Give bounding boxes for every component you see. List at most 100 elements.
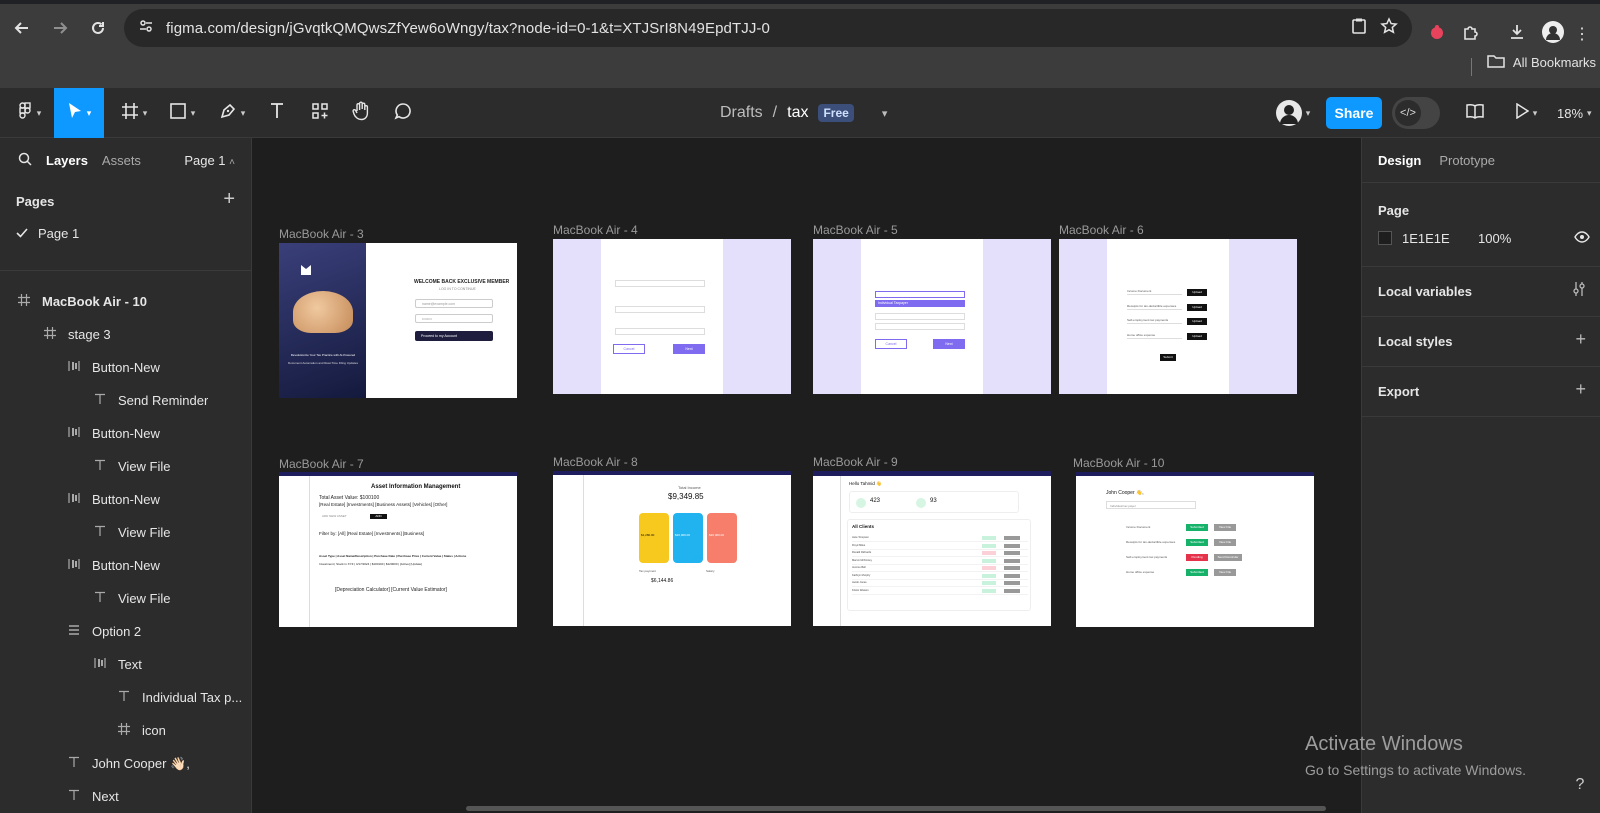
- layer-row[interactable]: View File: [0, 450, 251, 483]
- client-action-button[interactable]: [1004, 558, 1020, 563]
- frame-title[interactable]: MacBook Air - 9: [813, 455, 898, 469]
- frame-title[interactable]: MacBook Air - 5: [813, 223, 898, 237]
- file-menu-chevron-icon[interactable]: ▾: [882, 107, 888, 120]
- background-color-hex[interactable]: 1E1E1E: [1402, 231, 1450, 246]
- user-type-select[interactable]: [875, 291, 965, 298]
- frame-macbook-air-6[interactable]: Submit Income Document Upload Receipts for…: [1059, 239, 1297, 394]
- send-reminder-button[interactable]: Send Reminder: [1214, 554, 1242, 561]
- all-bookmarks-button[interactable]: All Bookmarks: [1487, 54, 1596, 71]
- file-name[interactable]: tax: [787, 104, 808, 122]
- clipboard-icon[interactable]: [1350, 17, 1368, 39]
- frame-macbook-air-5[interactable]: Individual Taxpayer Cancel Next: [813, 239, 1051, 394]
- url-text[interactable]: figma.com/design/jGvqtkQMQwsZfYew6oWngy/…: [166, 20, 770, 37]
- main-menu-button[interactable]: ▾: [8, 88, 52, 138]
- client-action-button[interactable]: [1004, 543, 1020, 548]
- download-icon[interactable]: [1508, 23, 1526, 46]
- site-settings-icon[interactable]: [138, 18, 154, 38]
- client-action-button[interactable]: [1004, 566, 1020, 570]
- search-icon[interactable]: [18, 152, 32, 169]
- income-card-orange[interactable]: $20,000.00: [707, 513, 737, 563]
- frame-macbook-air-8[interactable]: Total Income $9,349.85 $1,280.00 $20,000…: [553, 471, 791, 626]
- view-file-button[interactable]: View File: [1214, 524, 1236, 531]
- layer-row[interactable]: MacBook Air - 10: [0, 285, 251, 318]
- variables-settings-icon[interactable]: [1572, 281, 1586, 302]
- frame-title[interactable]: MacBook Air - 10: [1073, 456, 1164, 470]
- add-export-icon[interactable]: +: [1575, 379, 1586, 400]
- client-row[interactable]: Jerome Bell: [852, 566, 1028, 572]
- help-button[interactable]: ?: [1565, 770, 1595, 800]
- layer-row[interactable]: Button-New: [0, 549, 251, 582]
- client-action-button[interactable]: [1004, 573, 1020, 578]
- select-option[interactable]: [875, 323, 965, 330]
- next-button[interactable]: Next: [933, 339, 965, 349]
- next-button[interactable]: Next: [673, 344, 705, 354]
- page-selector[interactable]: Page 1 ˄: [184, 153, 235, 168]
- submit-button[interactable]: Submit: [1160, 354, 1176, 361]
- add-page-icon[interactable]: +: [223, 188, 235, 211]
- email-field[interactable]: name@example.com: [415, 299, 493, 308]
- layer-row[interactable]: Option 2: [0, 615, 251, 648]
- frame-tool[interactable]: ▾: [112, 88, 156, 138]
- layer-row[interactable]: View File: [0, 582, 251, 615]
- frame-title[interactable]: MacBook Air - 3: [279, 227, 364, 241]
- layer-row[interactable]: Next: [0, 780, 251, 813]
- layer-row[interactable]: Text: [0, 648, 251, 681]
- income-card-yellow[interactable]: $1,280.00: [639, 513, 669, 563]
- client-row[interactable]: Marvin McKinney: [852, 558, 1028, 565]
- tab-design[interactable]: Design: [1378, 153, 1421, 168]
- client-action-button[interactable]: [1004, 551, 1020, 555]
- reload-icon[interactable]: [80, 10, 116, 46]
- extension-icon-red[interactable]: [1428, 23, 1446, 46]
- multiplayer-avatar[interactable]: ▾: [1268, 88, 1318, 138]
- local-styles-title[interactable]: Local styles: [1378, 334, 1452, 349]
- tab-layers[interactable]: Layers: [46, 153, 88, 168]
- move-tool[interactable]: ▾: [54, 88, 104, 138]
- tab-assets[interactable]: Assets: [102, 153, 141, 168]
- upload-button[interactable]: Upload: [1187, 332, 1207, 340]
- design-canvas[interactable]: MacBook Air - 3 Revolutionize Your Tax P…: [253, 138, 1360, 813]
- form-field[interactable]: [615, 306, 705, 313]
- frame-macbook-air-3[interactable]: Revolutionize Your Tax Practice with AI-…: [279, 243, 517, 398]
- password-field[interactable]: ••••••••: [415, 314, 493, 323]
- eye-icon[interactable]: [1574, 231, 1590, 246]
- layer-row[interactable]: Individual Tax p...: [0, 681, 251, 714]
- upload-button[interactable]: Upload: [1187, 303, 1207, 311]
- browser-menu-icon[interactable]: ⋮: [1574, 24, 1590, 44]
- breadcrumb-drafts[interactable]: Drafts: [720, 104, 763, 122]
- forward-icon[interactable]: [42, 10, 78, 46]
- frame-title[interactable]: MacBook Air - 4: [553, 223, 638, 237]
- frame-macbook-air-4[interactable]: Cancel Next: [553, 239, 791, 394]
- layer-row[interactable]: Button-New: [0, 351, 251, 384]
- form-field[interactable]: [615, 328, 705, 335]
- client-action-button[interactable]: [1004, 588, 1020, 593]
- text-tool[interactable]: [262, 88, 292, 138]
- export-title[interactable]: Export: [1378, 384, 1419, 399]
- resources-tool[interactable]: [305, 88, 335, 138]
- layer-row[interactable]: Button-New: [0, 483, 251, 516]
- background-color-swatch[interactable]: [1378, 231, 1392, 245]
- present-button[interactable]: ▾: [1508, 88, 1544, 138]
- cancel-button[interactable]: Cancel: [613, 344, 645, 354]
- login-button[interactable]: Proceed to my Account: [415, 331, 493, 341]
- tab-prototype[interactable]: Prototype: [1439, 153, 1495, 168]
- hand-tool[interactable]: [346, 88, 376, 138]
- client-row[interactable]: Jacob Jones: [852, 581, 1028, 587]
- client-row[interactable]: Jane Tompson: [852, 536, 1028, 542]
- library-button[interactable]: [1460, 88, 1490, 138]
- client-row[interactable]: Kathryn Murphy: [852, 573, 1028, 580]
- add-asset-button[interactable]: ADD: [370, 514, 387, 519]
- frame-title[interactable]: MacBook Air - 6: [1059, 223, 1144, 237]
- local-variables-title[interactable]: Local variables: [1378, 284, 1472, 299]
- bookmark-star-icon[interactable]: [1380, 17, 1398, 39]
- upload-button[interactable]: Upload: [1187, 289, 1207, 296]
- frame-macbook-air-9[interactable]: Hello Tahmid 👋 423 93 All Clients Jane T…: [813, 471, 1051, 626]
- view-file-button[interactable]: View File: [1214, 569, 1236, 576]
- layer-row[interactable]: John Cooper 👋🏻,: [0, 747, 251, 780]
- zoom-control[interactable]: 18% ▾: [1557, 88, 1592, 138]
- layer-row[interactable]: stage 3: [0, 318, 251, 351]
- frame-macbook-air-10[interactable]: John Cooper 👋, Individual tax payer Inco…: [1076, 472, 1314, 627]
- client-row[interactable]: Floyd Miles: [852, 543, 1028, 550]
- layer-row[interactable]: icon: [0, 714, 251, 747]
- view-file-button[interactable]: View File: [1214, 539, 1236, 546]
- frame-macbook-air-7[interactable]: Asset Information Management Total Asset…: [279, 472, 517, 627]
